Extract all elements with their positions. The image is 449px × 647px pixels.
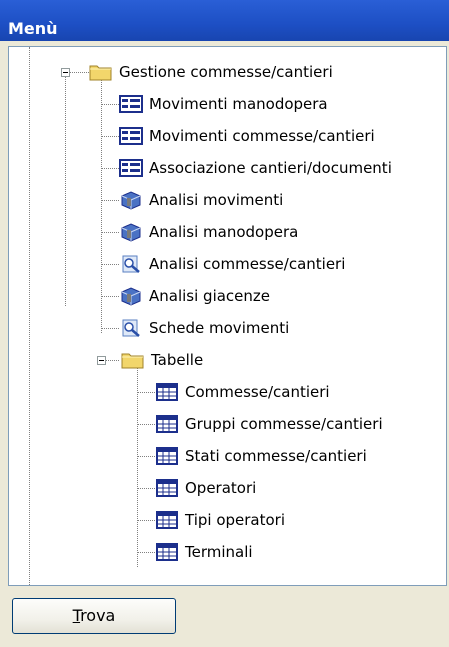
tree-item[interactable]: Tipi operatori — [9, 505, 446, 535]
tree-item-label: Terminali — [185, 543, 253, 561]
table-icon — [156, 447, 178, 465]
trova-button[interactable]: Trova — [12, 598, 176, 634]
collapse-icon[interactable] — [61, 68, 70, 77]
analysis-cube-icon — [121, 287, 141, 306]
analysis-cube-icon — [121, 191, 141, 210]
title-bar: Menù — [0, 0, 449, 41]
tree-item-label: Movimenti manodopera — [149, 95, 328, 113]
tree-item-label: Commesse/cantieri — [185, 383, 330, 401]
table-icon — [156, 511, 178, 529]
tree-item-label: Gruppi commesse/cantieri — [185, 415, 383, 433]
tree-folder-label: Tabelle — [151, 351, 204, 369]
menu-tree[interactable]: Gestione commesse/cantieri Movimenti man… — [8, 46, 447, 586]
form-icon — [119, 127, 143, 145]
table-icon — [156, 479, 178, 497]
tree-item[interactable]: Movimenti commesse/cantieri — [9, 121, 446, 151]
tree-item-label: Analisi manodopera — [149, 223, 299, 241]
magnifier-report-icon — [122, 319, 140, 337]
tree-item-label: Analisi commesse/cantieri — [149, 255, 346, 273]
tree-folder-gestione[interactable]: Gestione commesse/cantieri — [9, 57, 446, 87]
form-icon — [119, 95, 143, 113]
trova-accelerator: T — [72, 606, 81, 625]
folder-icon — [89, 65, 112, 81]
tree-item[interactable]: Gruppi commesse/cantieri — [9, 409, 446, 439]
tree-item[interactable]: Analisi giacenze — [9, 281, 446, 311]
tree-item[interactable]: Commesse/cantieri — [9, 377, 446, 407]
tree-item-label: Associazione cantieri/documenti — [149, 159, 392, 177]
tree-folder-tabelle[interactable]: Tabelle — [9, 345, 446, 375]
tree-item[interactable]: Analisi manodopera — [9, 217, 446, 247]
tree-item-label: Analisi giacenze — [149, 287, 271, 305]
analysis-cube-icon — [121, 223, 141, 242]
tree-folder-label: Gestione commesse/cantieri — [119, 63, 333, 81]
tree-item-label: Stati commesse/cantieri — [185, 447, 367, 465]
tree-item[interactable]: Stati commesse/cantieri — [9, 441, 446, 471]
table-icon — [156, 383, 178, 401]
folder-icon — [121, 353, 144, 369]
tree-item[interactable]: Schede movimenti — [9, 313, 446, 343]
form-icon — [119, 159, 143, 177]
tree-item-label: Tipi operatori — [185, 511, 286, 529]
tree-item-label: Operatori — [185, 479, 257, 497]
tree-item-label: Analisi movimenti — [149, 191, 284, 209]
tree-item[interactable]: Analisi commesse/cantieri — [9, 249, 446, 279]
tree-item[interactable]: Operatori — [9, 473, 446, 503]
tree-item[interactable]: Terminali — [9, 537, 446, 567]
tree-item-label: Movimenti commesse/cantieri — [149, 127, 375, 145]
trova-label-rest: rova — [80, 606, 116, 625]
tree-item[interactable]: Analisi movimenti — [9, 185, 446, 215]
magnifier-report-icon — [122, 255, 140, 273]
tree-item[interactable]: Movimenti manodopera — [9, 89, 446, 119]
tree-item[interactable]: Associazione cantieri/documenti — [9, 153, 446, 183]
window-title: Menù — [8, 19, 58, 38]
collapse-icon[interactable] — [97, 356, 106, 365]
table-icon — [156, 543, 178, 561]
table-icon — [156, 415, 178, 433]
tree-item-label: Schede movimenti — [149, 319, 290, 337]
